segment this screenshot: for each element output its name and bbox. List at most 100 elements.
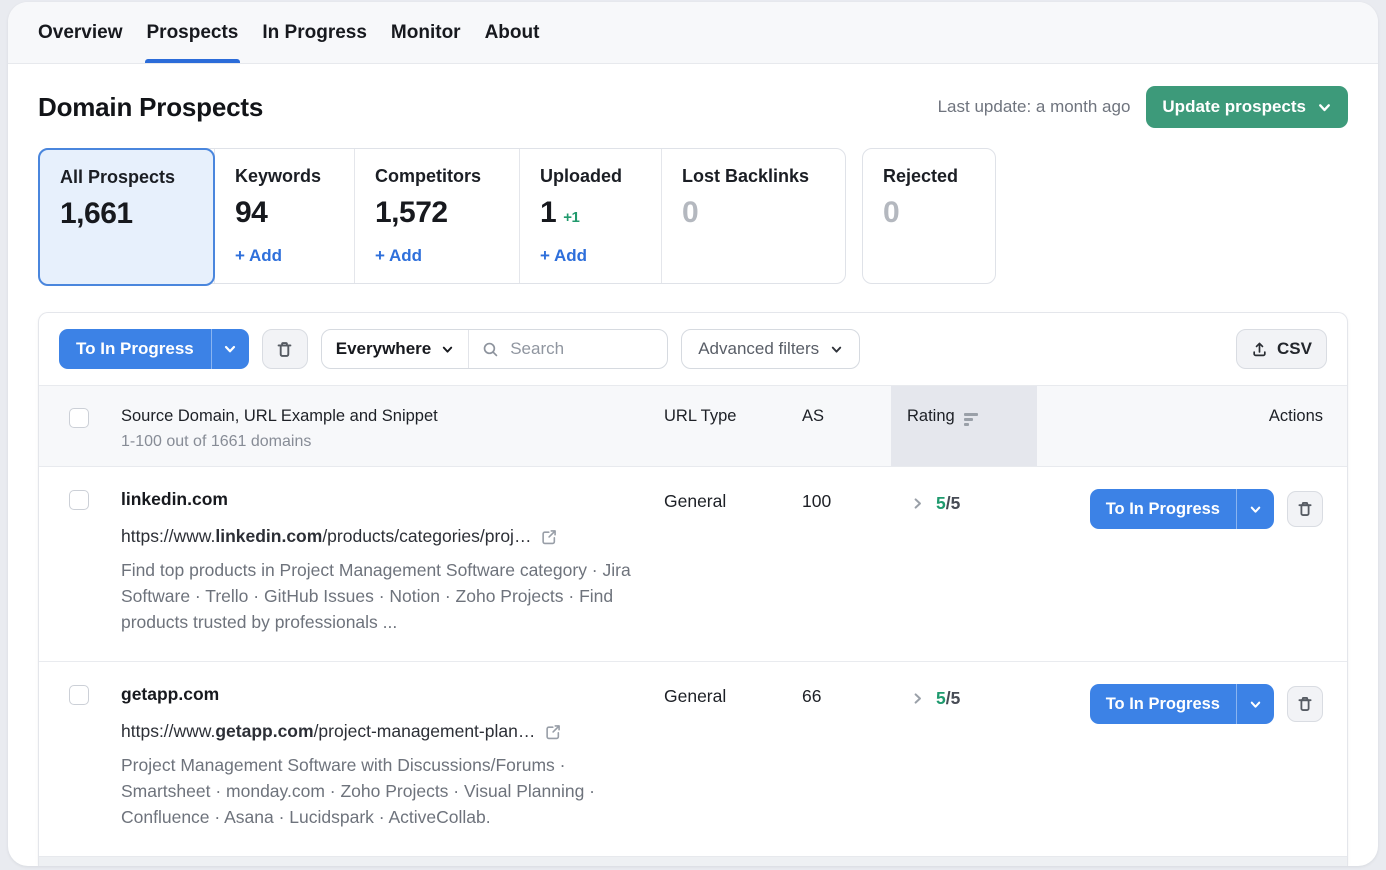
row-action-dropdown-toggle[interactable] [1236,684,1274,724]
card-label: Keywords [235,166,334,187]
rating-value: 5/5 [936,688,960,709]
row-action-split-button: To In Progress [1090,684,1274,724]
app-window: Overview Prospects In Progress Monitor A… [8,2,1378,866]
card-value: 1,572 [375,196,499,230]
url-type-header[interactable]: URL Type [664,386,802,466]
trash-icon [1296,500,1314,518]
tab-prospects[interactable]: Prospects [135,2,251,63]
search-scope-dropdown[interactable]: Everywhere [322,330,469,368]
chevron-down-icon [830,343,843,356]
tab-monitor[interactable]: Monitor [379,2,473,63]
row-checkbox-cell [69,684,121,830]
advanced-filters-label: Advanced filters [698,339,819,359]
update-prospects-label: Update prospects [1162,97,1306,117]
snippet-text: Project Management Software with Discuss… [121,752,643,830]
rating-expand-chevron-icon[interactable] [911,692,924,705]
card-label: Lost Backlinks [682,166,825,187]
card-competitors[interactable]: Competitors 1,572 + Add [354,149,519,283]
card-all-prospects[interactable]: All Prospects 1,661 [38,148,215,286]
card-rejected[interactable]: Rejected 0 [862,148,996,284]
to-in-progress-button[interactable]: To In Progress [1090,489,1236,529]
select-all-cell [69,386,121,466]
url-type-value: General [664,489,802,635]
chevron-down-icon [1317,100,1332,115]
csv-export-button[interactable]: CSV [1236,329,1327,369]
domain-name[interactable]: linkedin.com [121,489,664,510]
table-row: linkedin.com https://www.linkedin.com/pr… [39,467,1347,661]
row-checkbox-cell [69,489,121,635]
top-tab-bar: Overview Prospects In Progress Monitor A… [8,2,1378,64]
source-cell: getapp.com https://www.getapp.com/projec… [121,684,664,830]
chevron-down-icon [441,343,454,356]
card-value: 94 [235,196,334,230]
tab-about[interactable]: About [473,2,552,63]
as-header[interactable]: AS [802,386,891,466]
chevron-down-icon [1249,503,1262,516]
row-checkbox[interactable] [69,490,89,510]
bulk-action-split-button: To In Progress [59,329,249,369]
source-cell: linkedin.com https://www.linkedin.com/pr… [121,489,664,635]
table-toolbar: To In Progress Everywhere [39,313,1347,385]
rating-expand-chevron-icon[interactable] [911,497,924,510]
tab-overview[interactable]: Overview [26,2,135,63]
delete-selected-button[interactable] [262,329,308,369]
update-prospects-button[interactable]: Update prospects [1146,86,1348,128]
page-title: Domain Prospects [38,92,263,123]
external-link-icon[interactable] [541,529,557,545]
rating-total: /5 [946,688,961,708]
select-all-checkbox[interactable] [69,408,89,428]
as-value: 66 [802,684,891,830]
card-label: Uploaded [540,166,641,187]
url-domain-bold: getapp.com [215,721,313,741]
source-domain-header: Source Domain, URL Example and Snippet 1… [121,386,664,466]
rating-score: 5 [936,493,946,513]
row-delete-button[interactable] [1287,686,1323,722]
tab-in-progress[interactable]: In Progress [250,2,379,63]
url-suffix: /products/categories/proj… [322,526,531,546]
card-value: 0 [883,196,975,230]
add-uploaded-link[interactable]: + Add [540,246,641,266]
card-value: 1 +1 [540,196,641,230]
trash-icon [275,340,294,359]
last-update-text: Last update: a month ago [938,97,1131,117]
search-scope-value: Everywhere [336,339,431,359]
row-action-dropdown-toggle[interactable] [1236,489,1274,529]
url-example-link[interactable]: https://www.getapp.com/project-managemen… [121,721,664,742]
rating-header[interactable]: Rating [891,386,1037,466]
table-row: getapp.com https://www.getapp.com/projec… [39,661,1347,856]
bulk-action-dropdown-toggle[interactable] [211,329,249,369]
url-suffix: /project-management-plan… [314,721,536,741]
search-group: Everywhere [321,329,668,369]
domain-name[interactable]: getapp.com [121,684,664,705]
url-prefix: https://www. [121,721,215,741]
source-domain-header-label: Source Domain, URL Example and Snippet [121,407,664,426]
csv-export-label: CSV [1277,339,1312,359]
search-box [469,338,667,360]
table-footer-strip [39,856,1347,866]
external-link-icon[interactable] [545,724,561,740]
actions-cell: To In Progress [1037,684,1323,830]
snippet-text: Find top products in Project Management … [121,557,643,635]
row-action-split-button: To In Progress [1090,489,1274,529]
card-label: Rejected [883,166,975,187]
chevron-down-icon [1249,698,1262,711]
row-delete-button[interactable] [1287,491,1323,527]
to-in-progress-button[interactable]: To In Progress [1090,684,1236,724]
card-label: Competitors [375,166,499,187]
prospect-cards-row: All Prospects 1,661 Keywords 94 + Add Co… [8,148,1378,284]
uploaded-count: 1 [540,196,556,230]
card-value: 0 [682,196,825,230]
card-keywords[interactable]: Keywords 94 + Add [214,149,354,283]
card-lost-backlinks[interactable]: Lost Backlinks 0 [661,149,845,283]
url-prefix: https://www. [121,526,215,546]
url-example-link[interactable]: https://www.linkedin.com/products/catego… [121,526,664,547]
card-label: All Prospects [60,167,193,188]
add-competitors-link[interactable]: + Add [375,246,499,266]
card-uploaded[interactable]: Uploaded 1 +1 + Add [519,149,661,283]
page-header: Domain Prospects Last update: a month ag… [8,64,1378,148]
row-checkbox[interactable] [69,685,89,705]
bulk-to-in-progress-button[interactable]: To In Progress [59,329,211,369]
add-keywords-link[interactable]: + Add [235,246,334,266]
search-input[interactable] [508,338,647,360]
advanced-filters-button[interactable]: Advanced filters [681,329,860,369]
